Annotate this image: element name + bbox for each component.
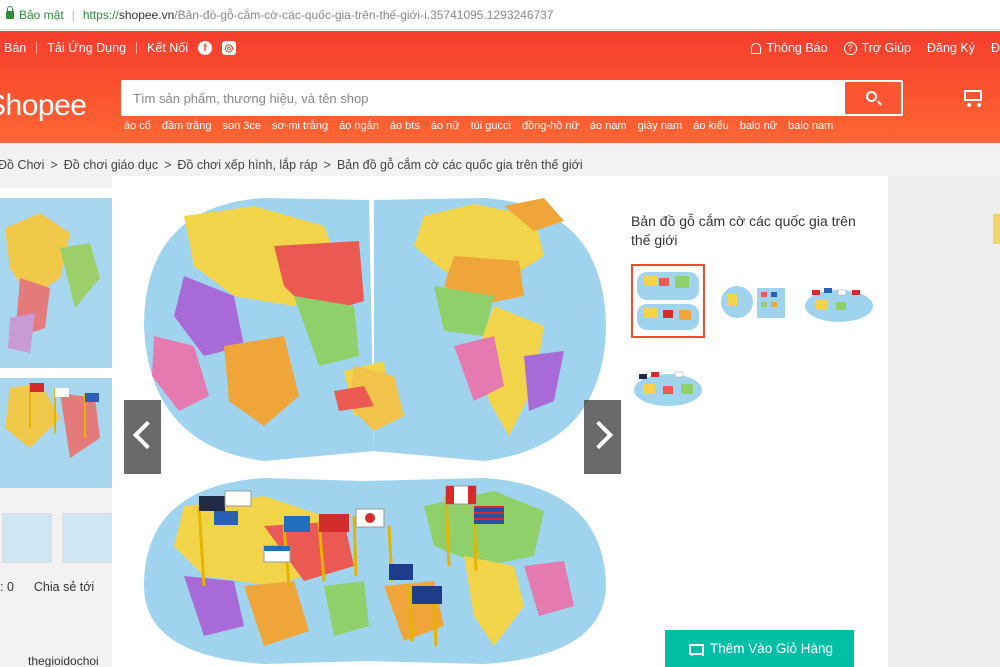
search-button[interactable]: [845, 82, 901, 114]
gallery-thumbnail[interactable]: [717, 264, 791, 338]
likes-count: : 0: [0, 580, 14, 594]
image-gallery-modal: Bản đồ gỗ cắm cờ các quốc gia trên thế g…: [112, 176, 888, 667]
product-thumbnail[interactable]: [2, 513, 52, 563]
add-to-cart-button[interactable]: Thêm Vào Giỏ Hàng: [665, 630, 854, 667]
address-bar[interactable]: Bảo mật | https:// shopee.vn /Bản-đồ-gỗ-…: [0, 0, 1000, 30]
breadcrumb-item[interactable]: Đồ chơi giáo dục: [64, 158, 158, 172]
gallery-thumbnail[interactable]: [631, 348, 705, 422]
share-label: Chia sẻ tới: [33, 580, 95, 594]
suggestion-tag[interactable]: balo nam: [788, 120, 833, 132]
suggestion-tag[interactable]: đồng-hồ nữ: [522, 120, 579, 132]
url-host[interactable]: shopee.vn: [119, 8, 174, 22]
suggestion-tag[interactable]: áo ngắn: [339, 120, 379, 132]
next-image-button[interactable]: [584, 400, 621, 474]
suggestion-tag[interactable]: giày nam: [638, 120, 683, 132]
breadcrumb-separator: >: [50, 158, 58, 172]
gallery-thumbnail-active[interactable]: [631, 264, 705, 338]
prev-image-button[interactable]: [124, 400, 161, 474]
suggestion-tag[interactable]: áo nam: [590, 120, 627, 132]
site-header: Bán Tải Ứng Dụng Kết Nối f ◎ Thông Báo ?…: [0, 31, 1000, 143]
login-link-cut[interactable]: Đ: [991, 41, 1000, 55]
product-thumbnail[interactable]: [62, 513, 112, 563]
top-navbar: Bán Tải Ứng Dụng Kết Nối f ◎ Thông Báo ?…: [0, 41, 1000, 61]
url-scheme[interactable]: https://: [83, 8, 119, 22]
add-to-cart-label: Thêm Vào Giỏ Hàng: [709, 641, 834, 656]
seller-link[interactable]: Bán: [4, 41, 26, 55]
secure-label: Bảo mật: [19, 7, 64, 22]
gallery-product-title: Bản đồ gỗ cắm cờ các quốc gia trên thế g…: [631, 213, 856, 248]
gallery-main-image: [144, 198, 606, 664]
suggestion-tag[interactable]: áo cổ: [124, 120, 151, 132]
address-divider: |: [71, 7, 75, 22]
nav-divider: [36, 42, 38, 54]
gallery-thumbnail[interactable]: [802, 264, 876, 338]
notifications-link[interactable]: Thông Báo: [751, 41, 828, 55]
bell-icon: [751, 42, 762, 54]
search-input[interactable]: [133, 88, 833, 108]
nav-divider: [136, 42, 138, 54]
right-panel: [888, 176, 1000, 667]
suggestion-tag[interactable]: balo nữ: [740, 120, 777, 132]
suggestion-tag[interactable]: đầm trắng: [162, 120, 212, 132]
search-bar: [121, 80, 903, 116]
main-product-image[interactable]: [0, 188, 112, 488]
notifications-label: Thông Báo: [766, 41, 828, 55]
search-suggestions: áo cổ đầm trắng son 3ce sơ-mi trắng áo n…: [124, 120, 833, 132]
search-icon: [866, 91, 877, 102]
share-row: : 0 Chia sẻ tới: [0, 580, 125, 602]
instagram-icon[interactable]: ◎: [222, 41, 237, 55]
suggestion-tag[interactable]: sơ-mi trắng: [272, 120, 328, 132]
suggestion-tag[interactable]: son 3ce: [222, 120, 261, 132]
help-icon: ?: [843, 41, 857, 55]
suggestion-tag[interactable]: túi gucci: [471, 120, 511, 132]
breadcrumb-item[interactable]: Đồ Chơi: [0, 158, 44, 172]
suggestion-tag[interactable]: áo bts: [390, 120, 420, 132]
lock-icon: [6, 5, 14, 19]
suggestion-tag[interactable]: áo nữ: [431, 120, 460, 132]
url-path[interactable]: /Bản-đồ-gỗ-cắm-cờ-các-quốc-gia-trên-thế-…: [174, 8, 553, 22]
facebook-icon[interactable]: f: [198, 41, 213, 55]
shopee-logo[interactable]: Shopee: [0, 89, 87, 123]
download-app-link[interactable]: Tải Ứng Dụng: [47, 41, 126, 55]
help-label: Trợ Giúp: [861, 41, 912, 55]
help-link[interactable]: ? Trợ Giúp: [843, 41, 912, 55]
connect-label: Kết Nối: [147, 41, 189, 55]
breadcrumb-current: Bản đồ gỗ cắm cờ các quốc gia trên thế g…: [336, 158, 583, 172]
side-tab[interactable]: [993, 214, 1000, 244]
cart-icon[interactable]: [960, 87, 984, 107]
cart-plus-icon: [686, 642, 704, 656]
breadcrumb-separator: >: [164, 158, 172, 172]
breadcrumb: Đồ Chơi > Đồ chơi giáo dục > Đồ chơi xếp…: [0, 158, 583, 172]
breadcrumb-separator: >: [323, 158, 331, 172]
register-link[interactable]: Đăng Ký: [927, 41, 975, 55]
suggestion-tag[interactable]: áo kiểu: [693, 120, 728, 132]
shop-name[interactable]: thegioidochoi: [28, 654, 99, 667]
breadcrumb-item[interactable]: Đồ chơi xếp hình, lắp ráp: [177, 158, 317, 172]
